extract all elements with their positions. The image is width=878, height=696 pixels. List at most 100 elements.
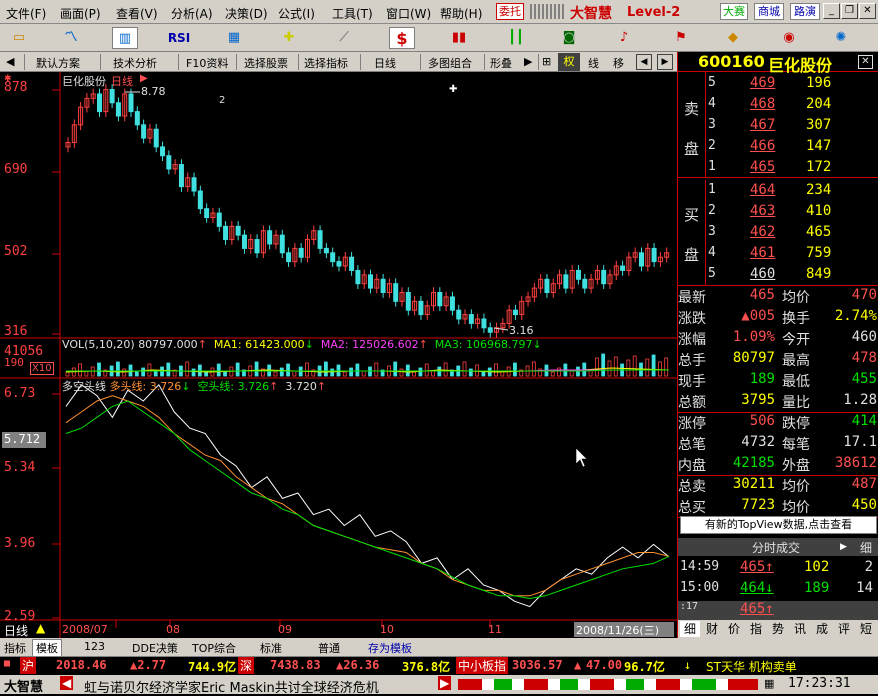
diamond-icon[interactable]: ◆ <box>720 27 746 49</box>
tab-left-arrow-icon[interactable]: ◀ <box>6 55 14 68</box>
crosshair-icon[interactable]: ✚ <box>276 27 302 49</box>
tab-123[interactable]: 123 <box>84 640 105 653</box>
bid-price[interactable]: 464 <box>750 182 775 198</box>
tab-quan[interactable]: 权 <box>558 53 580 71</box>
ask-price[interactable]: 469 <box>750 75 775 91</box>
chart-bar-icon[interactable]: ▥ <box>112 27 138 49</box>
bars-icon[interactable]: ┃┃ <box>503 27 529 49</box>
quote-tab[interactable]: 短 <box>856 621 876 637</box>
ticks-detail-button[interactable]: 细 <box>860 539 872 556</box>
ticker-prev-icon[interactable]: ◀ <box>60 676 74 690</box>
ask-row[interactable]: 1 465 172 <box>678 159 878 180</box>
chart-svg[interactable] <box>0 72 677 638</box>
tab-back-icon[interactable]: ◀ <box>636 54 652 70</box>
folder-icon[interactable]: ▭ <box>6 27 32 49</box>
tab-select-indicator[interactable]: 选择指标 <box>304 55 348 71</box>
candle-body <box>166 155 172 170</box>
ask-row[interactable]: 3 467 307 <box>678 117 878 138</box>
menu-help[interactable]: 帮助(H) <box>440 5 482 22</box>
ask-price[interactable]: 467 <box>750 117 775 133</box>
tab-template[interactable]: 模板 <box>32 639 62 657</box>
quote-tab[interactable]: 讯 <box>790 621 810 637</box>
index-hu[interactable]: 沪 <box>20 657 37 674</box>
grid-icon[interactable]: ▦ <box>221 27 247 49</box>
ask-row[interactable]: 2 466 147 <box>678 138 878 159</box>
menu-view[interactable]: 查看(V) <box>116 5 158 22</box>
gear-icon[interactable]: ✺ <box>828 27 854 49</box>
tab-right-arrow-icon[interactable]: ▶ <box>524 55 532 68</box>
bid-price[interactable]: 460 <box>750 266 775 282</box>
tab-forward-icon[interactable]: ▶ <box>657 54 673 70</box>
index-news[interactable]: ST天华 机构卖单 <box>706 658 797 675</box>
flag-icon[interactable]: ⚑ <box>668 27 694 49</box>
bid-price[interactable]: 463 <box>750 203 775 219</box>
ask-row[interactable]: 5 469 196 <box>678 75 878 96</box>
tab-xian[interactable]: 线 <box>588 55 599 71</box>
tab-tech-analysis[interactable]: 技术分析 <box>113 55 157 71</box>
tab-standard[interactable]: 标准 <box>260 640 282 656</box>
tab-default-scheme[interactable]: 默认方案 <box>36 55 80 71</box>
ask-price[interactable]: 466 <box>750 138 775 154</box>
bid-row[interactable]: 3 462 465 <box>678 224 878 245</box>
tab-top[interactable]: TOP综合 <box>192 640 236 656</box>
quote-tab[interactable]: 细 <box>680 621 700 637</box>
weituo-button[interactable]: 委托 <box>496 3 524 20</box>
close-panel-icon[interactable]: ✕ <box>858 55 873 69</box>
chart-line-icon[interactable]: 〽 <box>58 27 84 49</box>
mall-button[interactable]: 商城 <box>754 3 784 20</box>
tab-f10[interactable]: F10资料 <box>186 55 228 71</box>
bid-price[interactable]: 461 <box>750 245 775 261</box>
restore-button[interactable]: ❐ <box>841 3 858 19</box>
status-ticker[interactable]: 虹与诺贝尔经济学家Eric Maskin共讨全球经济危机 <box>84 677 434 696</box>
tab-period[interactable]: 日线 <box>374 55 396 71</box>
volume-bar <box>323 361 328 377</box>
bid-row[interactable]: 1 464 234 <box>678 182 878 203</box>
tab-indicator[interactable]: 指标 <box>4 640 26 656</box>
tab-save-template[interactable]: 存为模板 <box>368 640 412 656</box>
tab-select-stock[interactable]: 选择股票 <box>244 55 288 71</box>
bid-row[interactable]: 4 461 759 <box>678 245 878 266</box>
tab-yi[interactable]: 移 <box>613 55 624 71</box>
sticks-icon[interactable]: ▮▮ <box>446 27 472 49</box>
tab-normal[interactable]: 普通 <box>318 640 340 656</box>
bid-row[interactable]: 2 463 410 <box>678 203 878 224</box>
menu-view-screen[interactable]: 画面(P) <box>60 5 101 22</box>
ticks-arrow-icon[interactable]: ▶ <box>840 540 854 554</box>
binoculars-icon[interactable]: ◙ <box>556 27 582 49</box>
quote-tab[interactable]: 成 <box>812 621 832 637</box>
menu-decision[interactable]: 决策(D) <box>225 5 268 22</box>
tab-multi-combo[interactable]: 多图组合 <box>428 55 472 71</box>
menu-file[interactable]: 文件(F) <box>6 5 46 22</box>
tab-shape[interactable]: 形叠 <box>490 55 512 71</box>
menu-tools[interactable]: 工具(T) <box>332 5 373 22</box>
bell-icon[interactable]: ♪ <box>611 27 637 49</box>
tab-plus-icon[interactable]: ⊞ <box>542 55 551 68</box>
ask-row[interactable]: 4 468 204 <box>678 96 878 117</box>
minimize-button[interactable]: _ <box>823 3 840 19</box>
chip-icon[interactable]: ◉ <box>776 27 802 49</box>
quote-tab[interactable]: 势 <box>768 621 788 637</box>
quote-tab[interactable]: 指 <box>746 621 766 637</box>
dollar-icon[interactable]: $ <box>389 27 415 49</box>
tab-dde[interactable]: DDE决策 <box>132 640 178 656</box>
ruler-icon[interactable]: ⟋ <box>331 27 357 49</box>
chart-area[interactable]: ✱ 巨化股份 日线 ▶ 878 690 502 316 8.78 3.16 2 … <box>0 72 677 638</box>
rsi-icon[interactable]: RSI <box>166 27 192 49</box>
dasai-button[interactable]: 大赛 <box>720 3 748 20</box>
topview-button[interactable]: 有新的TopView数据,点击查看 <box>680 516 877 534</box>
quote-tab[interactable]: 评 <box>834 621 854 637</box>
ask-price[interactable]: 468 <box>750 96 775 112</box>
ticker-next-icon[interactable]: ▶ <box>438 676 452 690</box>
index-shen[interactable]: 深 <box>238 657 255 674</box>
ask-price[interactable]: 465 <box>750 159 775 175</box>
bid-price[interactable]: 462 <box>750 224 775 240</box>
menu-window[interactable]: 窗口(W) <box>386 5 431 22</box>
index-zx[interactable]: 中小板指 <box>456 657 509 674</box>
quote-tab[interactable]: 价 <box>724 621 744 637</box>
quote-tab[interactable]: 财 <box>702 621 722 637</box>
roadshow-button[interactable]: 路演 <box>790 3 820 20</box>
menu-analysis[interactable]: 分析(A) <box>171 5 213 22</box>
bid-row[interactable]: 5 460 849 <box>678 266 878 287</box>
close-button[interactable]: ✕ <box>859 3 876 19</box>
menu-formula[interactable]: 公式(I) <box>278 5 315 22</box>
